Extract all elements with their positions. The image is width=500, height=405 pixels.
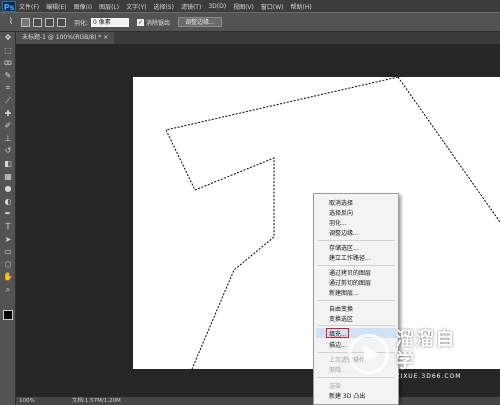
menu-item-new-layer[interactable]: 新建图层... xyxy=(329,288,359,297)
menu-item-layer-via-copy[interactable]: 通过拷贝的图层 xyxy=(329,268,371,277)
menu-file[interactable]: 文件(F) xyxy=(19,2,39,11)
menu-item-new-3d-extrusion[interactable]: 新建 3D 凸出 xyxy=(329,391,365,400)
menu-separator xyxy=(317,240,395,241)
menu-layer[interactable]: 图层(L) xyxy=(99,2,119,11)
menu-item-make-work-path[interactable]: 建立工作路径... xyxy=(329,253,371,262)
gradient-tool-icon[interactable]: ▦ xyxy=(0,171,16,184)
menu-item-feather[interactable]: 羽化... xyxy=(329,218,347,227)
dodge-tool-icon[interactable]: ◐ xyxy=(0,196,16,209)
menu-edit[interactable]: 编辑(E) xyxy=(46,2,66,11)
shape-tool-icon[interactable]: ▭ xyxy=(0,246,16,259)
document-tab[interactable]: 未标题-1 @ 100%(RGB/8) * × xyxy=(16,32,115,44)
clone-stamp-tool-icon[interactable]: ⊥ xyxy=(0,133,16,146)
lasso-tool-icon[interactable]: ꝏ xyxy=(0,57,16,70)
healing-brush-tool-icon[interactable]: ✚ xyxy=(0,108,16,121)
3d-tool-icon[interactable]: ⬡ xyxy=(0,259,16,272)
eraser-tool-icon[interactable]: ◧ xyxy=(0,158,16,171)
marquee-tool-icon[interactable]: ⬚ xyxy=(0,45,16,58)
antialias-label: 消除锯齿 xyxy=(146,19,171,27)
options-bar: ⌇ 羽化: 0 像素 ✓ 消除锯齿 调整边缘... xyxy=(0,12,500,32)
menu-type[interactable]: 文字(Y) xyxy=(126,2,146,11)
watermark-title: 溜溜自学 xyxy=(395,327,456,372)
zoom-level[interactable]: 100% xyxy=(19,397,35,405)
photoshop-logo: Ps xyxy=(2,0,16,12)
pen-tool-icon[interactable]: ✒ xyxy=(0,208,16,221)
menu-3d[interactable]: 3D(D) xyxy=(208,3,226,10)
brush-tool-icon[interactable]: ✐ xyxy=(0,120,16,133)
hand-tool-icon[interactable]: ✋ xyxy=(0,271,16,284)
menu-view[interactable]: 视图(V) xyxy=(233,2,254,11)
type-tool-icon[interactable]: T xyxy=(0,221,16,234)
menu-select[interactable]: 选择(S) xyxy=(153,2,174,11)
blur-tool-icon[interactable]: ● xyxy=(0,183,16,196)
feather-input[interactable]: 0 像素 xyxy=(91,17,130,27)
watermark-subtitle: ZIXUE.3D66.COM xyxy=(395,372,462,380)
menu-window[interactable]: 窗口(W) xyxy=(261,2,284,11)
add-selection-mode-button[interactable] xyxy=(33,17,42,27)
crop-tool-icon[interactable]: ⌗ xyxy=(0,82,16,95)
menu-separator xyxy=(317,265,395,266)
foreground-color-swatch[interactable] xyxy=(3,310,13,320)
menu-item-layer-via-cut[interactable]: 通过剪切的图层 xyxy=(329,278,371,287)
move-tool-icon[interactable]: ✥ xyxy=(0,32,16,45)
menu-item-deselect[interactable]: 取消选择 xyxy=(329,198,353,207)
menu-bar: Ps 文件(F) 编辑(E) 图像(I) 图层(L) 文字(Y) 选择(S) 滤… xyxy=(0,0,500,12)
menu-item-select-inverse[interactable]: 选择反向 xyxy=(329,208,353,217)
watermark: 溜溜自学 ZIXUE.3D66.COM xyxy=(348,324,474,384)
menu-item-refine-edge[interactable]: 调整边缘... xyxy=(329,228,359,237)
history-brush-tool-icon[interactable]: ↺ xyxy=(0,145,16,158)
document-info[interactable]: 文档:1.57M/1.20M xyxy=(72,397,121,405)
document-tab-bar: 未标题-1 @ 100%(RGB/8) * × xyxy=(16,32,500,44)
new-selection-mode-button[interactable] xyxy=(21,17,30,27)
subtract-selection-mode-button[interactable] xyxy=(45,17,54,27)
menu-filter[interactable]: 滤镜(T) xyxy=(181,2,201,11)
menu-item-stroke[interactable]: 描边... xyxy=(329,340,347,349)
intersect-selection-mode-button[interactable] xyxy=(57,17,66,27)
menu-image[interactable]: 图像(I) xyxy=(74,2,92,11)
path-selection-tool-icon[interactable]: ➤ xyxy=(0,234,16,247)
polygonal-lasso-icon[interactable]: ⌇ xyxy=(4,16,18,28)
menu-help[interactable]: 帮助(H) xyxy=(291,2,312,11)
fill-highlight-box xyxy=(326,328,349,338)
menu-item-fade: 渐隐... xyxy=(329,367,347,374)
menu-separator xyxy=(317,300,395,301)
tools-panel: ✥ ⬚ ꝏ ✎ ⌗ ⟋ ✚ ✐ ⊥ ↺ ◧ ▦ ● ◐ ✒ T ➤ ▭ ⬡ ✋ … xyxy=(0,32,17,405)
menu-item-transform-selection[interactable]: 变换选区 xyxy=(329,314,353,323)
feather-label: 羽化: xyxy=(74,19,89,27)
status-bar: 100% 文档:1.57M/1.20M xyxy=(16,397,500,405)
play-logo-icon xyxy=(348,333,389,375)
quick-selection-tool-icon[interactable]: ✎ xyxy=(0,70,16,83)
refine-edge-button[interactable]: 调整边缘... xyxy=(178,17,222,27)
menu-item-render: 渲染 xyxy=(329,383,342,390)
antialias-checkbox[interactable]: ✓ xyxy=(137,18,145,26)
menu-item-save-selection[interactable]: 存储选区... xyxy=(329,243,359,252)
menu-item-free-transform[interactable]: 自由变换 xyxy=(329,304,353,313)
zoom-tool-icon[interactable]: ⌕ xyxy=(0,284,16,297)
eyedropper-tool-icon[interactable]: ⟋ xyxy=(0,95,16,108)
